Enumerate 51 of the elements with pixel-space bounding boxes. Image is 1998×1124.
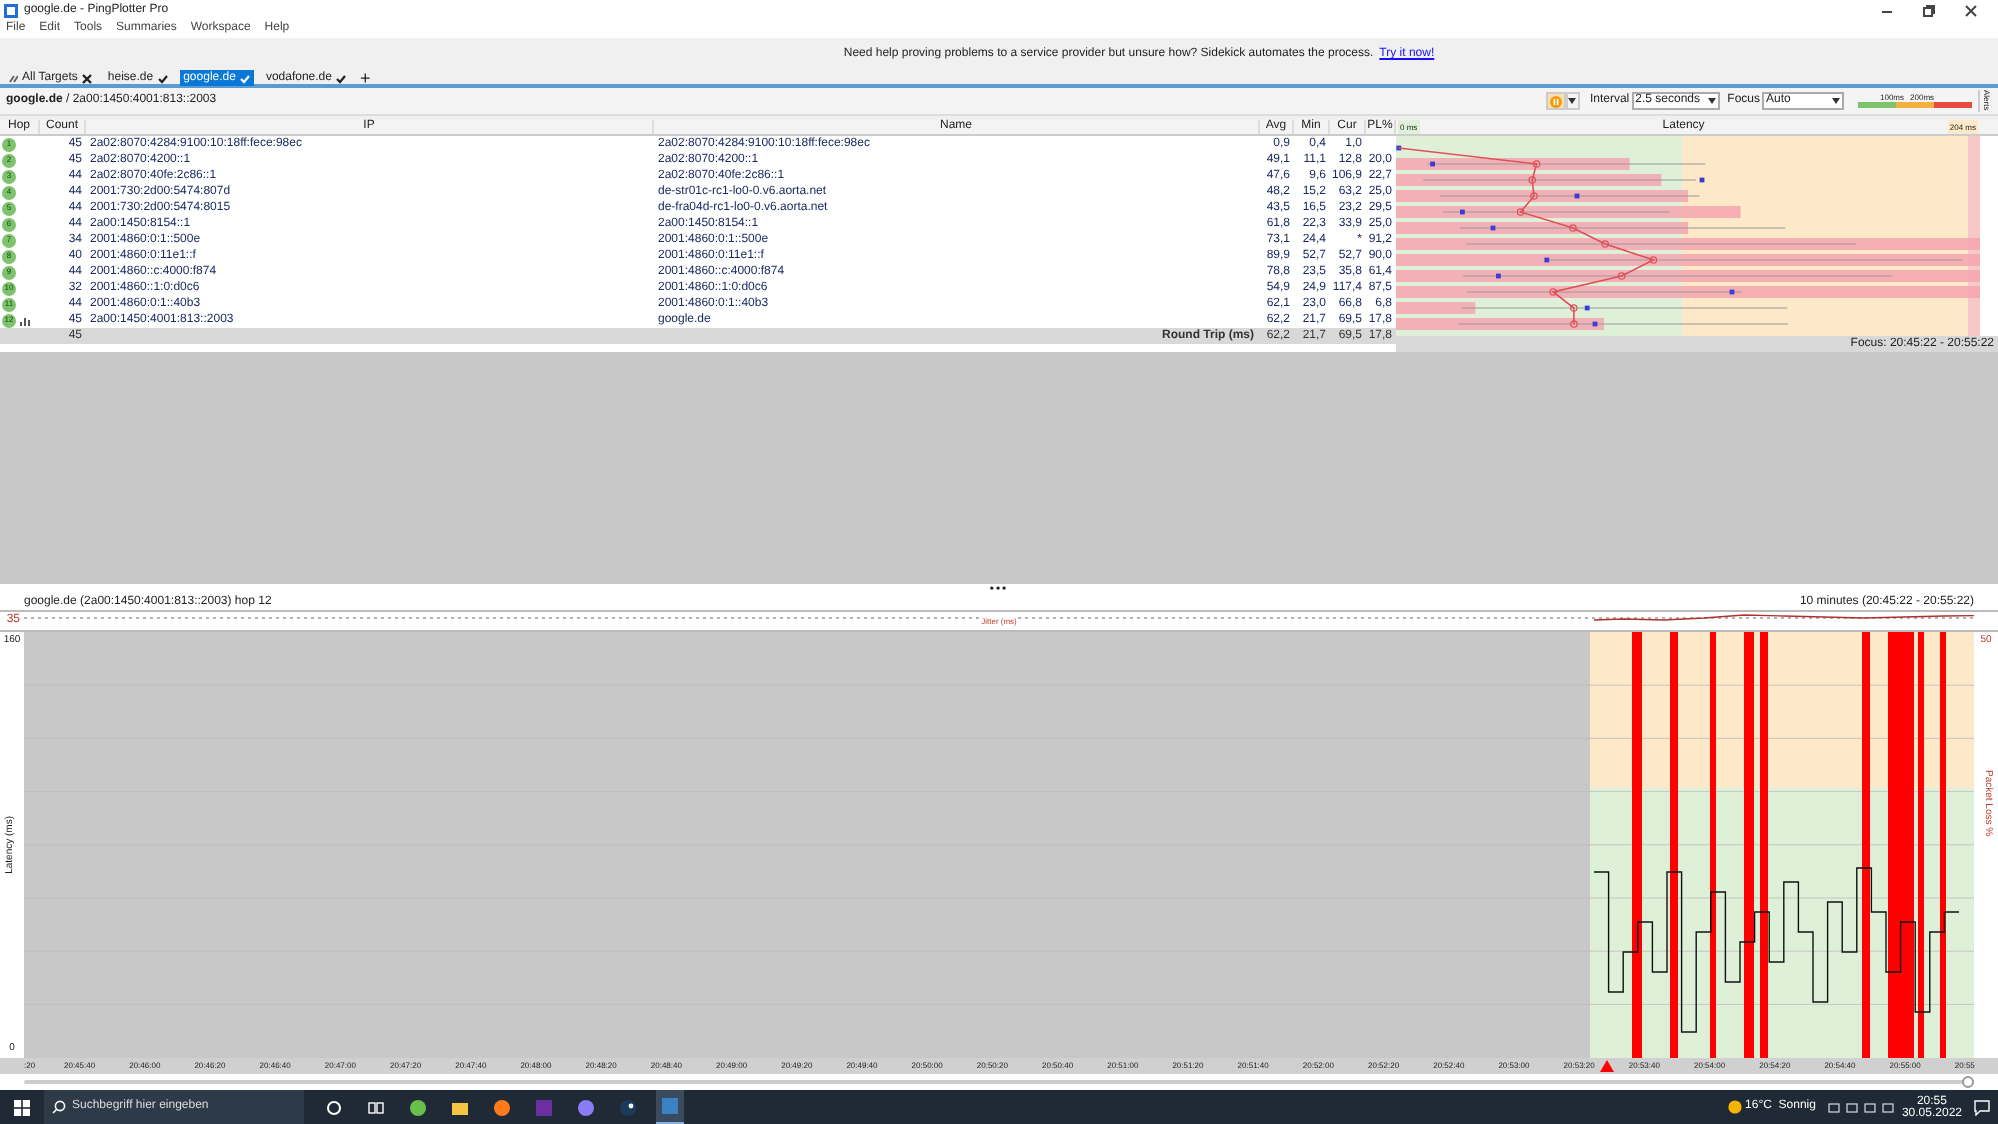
current-marker (1592, 321, 1598, 327)
marker-triangle-icon (1600, 1060, 1614, 1072)
average-point (1549, 288, 1557, 296)
average-point (1528, 176, 1536, 184)
dropdown-button[interactable] (1565, 92, 1580, 110)
close-icon (81, 73, 92, 83)
sun-icon (1727, 1100, 1742, 1114)
current-marker (1729, 289, 1735, 295)
current-marker (1396, 145, 1402, 151)
app-square-icon (536, 1099, 552, 1115)
average-point (1569, 224, 1577, 232)
current-marker (1496, 273, 1501, 279)
scrollbar-thumb[interactable] (1962, 1076, 1974, 1088)
average-point (1570, 320, 1578, 328)
check-icon (335, 73, 346, 83)
grid-icon (8, 73, 18, 83)
chat-bubble-icon (578, 1099, 594, 1115)
current-marker (1544, 257, 1550, 263)
legend-scale-bar (1858, 102, 1972, 108)
current-marker (1574, 193, 1580, 199)
average-point (1617, 272, 1626, 280)
average-point (1570, 304, 1578, 312)
restore-icon (1922, 3, 1936, 17)
scrollbar-track[interactable] (24, 1080, 1974, 1084)
browser-icon (494, 1099, 510, 1115)
pause-icon (1549, 95, 1562, 107)
check-icon (239, 73, 250, 83)
folder-icon (452, 1099, 468, 1115)
add-tab-button[interactable]: + (357, 70, 373, 86)
windows-start-icon (14, 1099, 30, 1115)
average-point (1532, 160, 1541, 168)
notification-icon (1974, 1099, 1990, 1115)
current-marker (1490, 225, 1496, 231)
average-point (1601, 240, 1609, 248)
average-point (1649, 256, 1658, 264)
packet-loss-bar (1396, 302, 1476, 314)
average-point (1530, 192, 1538, 200)
check-icon (157, 73, 168, 83)
caret-icon (1832, 98, 1840, 104)
task-view-icon (368, 1099, 384, 1115)
close-icon (1964, 3, 1978, 17)
current-marker (1699, 177, 1705, 183)
app-circle-icon (410, 1099, 426, 1115)
cortana-icon (326, 1099, 342, 1115)
search-icon (52, 1100, 66, 1114)
caret-icon (1707, 98, 1716, 104)
current-marker (1584, 305, 1590, 311)
average-point (1516, 208, 1525, 216)
caret-icon (1568, 98, 1577, 104)
current-marker (1430, 161, 1435, 167)
current-marker (1460, 209, 1465, 215)
